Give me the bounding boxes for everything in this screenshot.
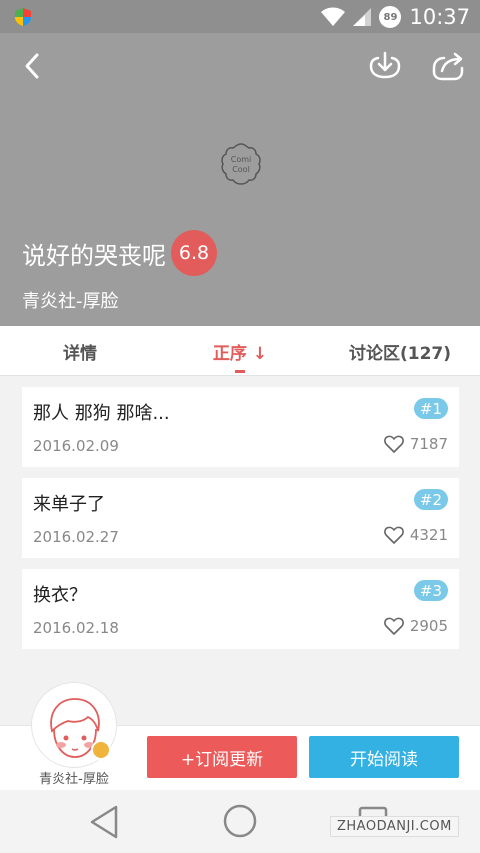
start-reading-button[interactable]: 开始阅读 xyxy=(309,736,459,778)
tab-discussion[interactable]: 讨论区(127) xyxy=(340,326,460,376)
tab-episode-order[interactable]: 正序 ↓ xyxy=(200,326,280,376)
nav-home-icon[interactable] xyxy=(222,803,258,839)
heart-icon[interactable] xyxy=(383,526,404,544)
heart-icon[interactable] xyxy=(383,617,404,635)
subscribe-button[interactable]: +订阅更新 xyxy=(147,736,297,778)
comic-title: 说好的哭丧呢 xyxy=(22,242,166,270)
avatar-author-name: 青炎社-厚脸 xyxy=(39,772,109,787)
episode-date: 2016.02.18 xyxy=(33,619,119,637)
tab-bar: 详情 正序 ↓ 讨论区(127) xyxy=(0,326,480,376)
episode-card[interactable]: 来单子了 #2 2016.02.27 4321 xyxy=(22,478,459,558)
episode-title: 换衣？ xyxy=(33,585,87,606)
edit-badge-icon xyxy=(91,740,111,760)
episode-list: 那人 那狗 那啥... #1 2016.02.09 7187 来单子了 #2 2… xyxy=(22,387,459,660)
svg-text:Comi: Comi xyxy=(231,155,252,164)
comicool-logo: Comi Cool xyxy=(221,143,261,185)
battery-icon: 89 xyxy=(379,6,402,28)
like-count: 7187 xyxy=(409,435,448,453)
episode-likes: 2905 xyxy=(383,617,448,635)
status-bar: 89 10:37 xyxy=(0,0,480,33)
like-count: 4321 xyxy=(409,526,448,544)
episode-likes: 4321 xyxy=(383,526,448,544)
share-icon[interactable] xyxy=(430,49,466,83)
author-name[interactable]: 青炎社-厚脸 xyxy=(22,287,119,313)
wifi-icon xyxy=(321,7,346,26)
episode-number-badge: #2 xyxy=(413,489,448,510)
comic-header: Comi Cool 说好的哭丧呢 6.8 青炎社-厚脸 xyxy=(0,33,480,326)
back-icon[interactable] xyxy=(18,49,48,83)
episode-date: 2016.02.09 xyxy=(33,437,119,455)
episode-number-badge: #3 xyxy=(413,580,448,601)
episode-title: 来单子了 xyxy=(33,494,105,515)
episode-card[interactable]: 换衣？ #3 2016.02.18 2905 xyxy=(22,569,459,649)
rating-badge: 6.8 xyxy=(171,230,217,276)
nav-back-icon[interactable] xyxy=(88,804,120,840)
tab-details[interactable]: 详情 xyxy=(40,326,120,376)
clock: 10:37 xyxy=(409,5,470,29)
episode-number-badge: #1 xyxy=(413,398,448,419)
episode-title: 那人 那狗 那啥... xyxy=(33,403,170,424)
svg-text:Cool: Cool xyxy=(232,165,250,174)
episode-date: 2016.02.27 xyxy=(33,528,119,546)
heart-icon[interactable] xyxy=(383,435,404,453)
shield-icon xyxy=(15,8,31,26)
episode-card[interactable]: 那人 那狗 那啥... #1 2016.02.09 7187 xyxy=(22,387,459,467)
episode-likes: 7187 xyxy=(383,435,448,453)
tab-indicator xyxy=(235,370,245,373)
like-count: 2905 xyxy=(409,617,448,635)
watermark: ZHAODANJI.COM xyxy=(330,816,459,837)
download-icon[interactable] xyxy=(368,49,402,83)
signal-icon xyxy=(353,8,372,26)
